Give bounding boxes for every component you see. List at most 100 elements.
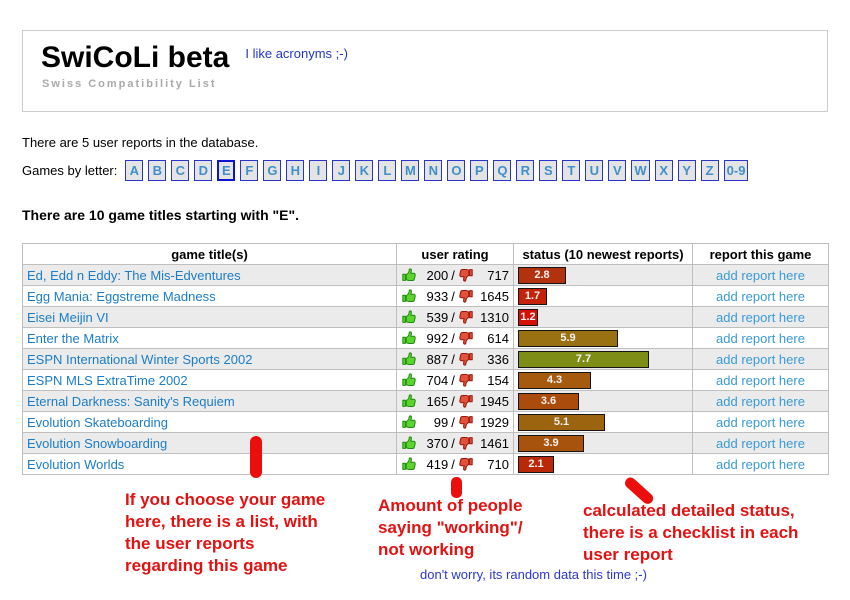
column-header-report: report this game bbox=[693, 244, 829, 265]
rating-separator: / bbox=[451, 415, 455, 430]
letter-link-J[interactable]: J bbox=[332, 160, 350, 181]
letter-link-Q[interactable]: Q bbox=[493, 160, 511, 181]
game-title-link[interactable]: Eternal Darkness: Sanity's Requiem bbox=[27, 394, 235, 409]
letter-link-E[interactable]: E bbox=[217, 160, 235, 181]
letter-link-F[interactable]: F bbox=[240, 160, 258, 181]
column-header-game-title: game title(s) bbox=[23, 244, 397, 265]
letter-link-A[interactable]: A bbox=[125, 160, 143, 181]
letter-link-S[interactable]: S bbox=[539, 160, 557, 181]
thumbs-up-icon bbox=[401, 456, 417, 472]
header-tagline: I like acronyms ;-) bbox=[245, 46, 348, 61]
letter-link-D[interactable]: D bbox=[194, 160, 212, 181]
user-rating-cell: 704/154 bbox=[397, 370, 514, 391]
game-title-cell: Evolution Worlds bbox=[23, 454, 397, 475]
rating-separator: / bbox=[451, 331, 455, 346]
game-title-link[interactable]: ESPN International Winter Sports 2002 bbox=[27, 352, 252, 367]
game-title-link[interactable]: Evolution Worlds bbox=[27, 457, 124, 472]
letter-link-O[interactable]: O bbox=[447, 160, 465, 181]
working-count: 887 bbox=[419, 352, 448, 367]
letter-link-W[interactable]: W bbox=[631, 160, 649, 181]
user-rating: 99/1929 bbox=[401, 414, 509, 430]
letter-link-N[interactable]: N bbox=[424, 160, 442, 181]
red-marker-game-title-column bbox=[250, 436, 262, 478]
add-report-link[interactable]: add report here bbox=[716, 373, 805, 388]
game-title-cell: Enter the Matrix bbox=[23, 328, 397, 349]
rating-separator: / bbox=[451, 436, 455, 451]
user-rating-cell: 887/336 bbox=[397, 349, 514, 370]
working-count: 419 bbox=[419, 457, 448, 472]
status-bar: 2.8 bbox=[518, 267, 566, 284]
thumbs-up-icon bbox=[401, 393, 417, 409]
letter-link-R[interactable]: R bbox=[516, 160, 534, 181]
status-bar: 5.1 bbox=[518, 414, 605, 431]
not-working-count: 1929 bbox=[476, 415, 509, 430]
working-count: 992 bbox=[419, 331, 448, 346]
user-rating-cell: 992/614 bbox=[397, 328, 514, 349]
add-report-link[interactable]: add report here bbox=[716, 436, 805, 451]
thumbs-up-icon bbox=[401, 288, 417, 304]
thumbs-up-icon bbox=[401, 309, 417, 325]
letter-link-Y[interactable]: Y bbox=[678, 160, 696, 181]
user-rating: 933/1645 bbox=[401, 288, 509, 304]
letter-link-X[interactable]: X bbox=[655, 160, 673, 181]
letter-nav-label: Games by letter: bbox=[22, 163, 117, 178]
letter-link-0-9[interactable]: 0-9 bbox=[724, 160, 749, 181]
game-title-link[interactable]: Egg Mania: Eggstreme Madness bbox=[27, 289, 216, 304]
add-report-link[interactable]: add report here bbox=[716, 352, 805, 367]
game-title-link[interactable]: Evolution Skateboarding bbox=[27, 415, 168, 430]
letter-link-G[interactable]: G bbox=[263, 160, 281, 181]
user-rating: 704/154 bbox=[401, 372, 509, 388]
game-title-link[interactable]: Evolution Snowboarding bbox=[27, 436, 167, 451]
annotation-game-title: If you choose your game here, there is a… bbox=[125, 489, 325, 577]
report-cell: add report here bbox=[693, 391, 829, 412]
add-report-link[interactable]: add report here bbox=[716, 289, 805, 304]
thumbs-up-icon bbox=[401, 330, 417, 346]
letter-link-U[interactable]: U bbox=[585, 160, 603, 181]
letter-link-Z[interactable]: Z bbox=[701, 160, 719, 181]
status-bar: 5.9 bbox=[518, 330, 618, 347]
letter-link-C[interactable]: C bbox=[171, 160, 189, 181]
working-count: 370 bbox=[419, 436, 448, 451]
add-report-link[interactable]: add report here bbox=[716, 415, 805, 430]
letter-nav: Games by letter: ABCDEFGHIJKLMNOPQRSTUVW… bbox=[22, 160, 753, 181]
user-rating: 200/717 bbox=[401, 267, 509, 283]
game-title-link[interactable]: Enter the Matrix bbox=[27, 331, 119, 346]
game-title-link[interactable]: ESPN MLS ExtraTime 2002 bbox=[27, 373, 188, 388]
add-report-link[interactable]: add report here bbox=[716, 268, 805, 283]
letter-link-K[interactable]: K bbox=[355, 160, 373, 181]
section-heading: There are 10 game titles starting with "… bbox=[22, 207, 299, 223]
add-report-link[interactable]: add report here bbox=[716, 457, 805, 472]
report-cell: add report here bbox=[693, 265, 829, 286]
letter-link-P[interactable]: P bbox=[470, 160, 488, 181]
user-rating: 419/710 bbox=[401, 456, 509, 472]
letter-link-I[interactable]: I bbox=[309, 160, 327, 181]
game-title-link[interactable]: Eisei Meijin VI bbox=[27, 310, 109, 325]
game-title-link[interactable]: Ed, Edd n Eddy: The Mis-Edventures bbox=[27, 268, 241, 283]
not-working-count: 336 bbox=[476, 352, 509, 367]
letter-link-H[interactable]: H bbox=[286, 160, 304, 181]
add-report-link[interactable]: add report here bbox=[716, 331, 805, 346]
letter-link-B[interactable]: B bbox=[148, 160, 166, 181]
add-report-link[interactable]: add report here bbox=[716, 394, 805, 409]
table-row: Egg Mania: Eggstreme Madness933/16451.7a… bbox=[23, 286, 829, 307]
thumbs-up-icon bbox=[401, 435, 417, 451]
letter-link-T[interactable]: T bbox=[562, 160, 580, 181]
add-report-link[interactable]: add report here bbox=[716, 310, 805, 325]
letter-link-L[interactable]: L bbox=[378, 160, 396, 181]
not-working-count: 1945 bbox=[476, 394, 509, 409]
game-title-cell: Egg Mania: Eggstreme Madness bbox=[23, 286, 397, 307]
rating-separator: / bbox=[451, 394, 455, 409]
letter-link-V[interactable]: V bbox=[608, 160, 626, 181]
header-subtitle: Swiss Compatibility List bbox=[42, 78, 827, 90]
table-row: Evolution Skateboarding99/19295.1add rep… bbox=[23, 412, 829, 433]
thumbs-down-icon bbox=[458, 330, 474, 346]
user-rating-cell: 933/1645 bbox=[397, 286, 514, 307]
game-title-cell: Ed, Edd n Eddy: The Mis-Edventures bbox=[23, 265, 397, 286]
not-working-count: 1461 bbox=[476, 436, 509, 451]
letter-link-M[interactable]: M bbox=[401, 160, 419, 181]
report-cell: add report here bbox=[693, 328, 829, 349]
thumbs-down-icon bbox=[458, 288, 474, 304]
status-bar: 3.6 bbox=[518, 393, 579, 410]
report-cell: add report here bbox=[693, 412, 829, 433]
report-cell: add report here bbox=[693, 454, 829, 475]
